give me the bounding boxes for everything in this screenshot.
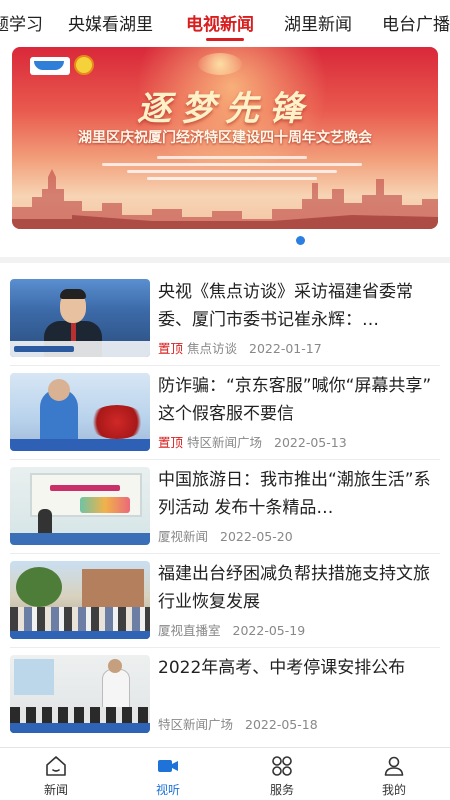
news-title: 2022年高考、中考停课安排公布	[158, 658, 406, 678]
news-source: 厦视直播室	[158, 623, 221, 638]
news-source: 厦视新闻	[158, 529, 209, 544]
news-title: 央视《焦点访谈》采访福建省委常委、厦门市委书记崔永辉：…	[158, 282, 413, 330]
news-date: 2022-05-13	[274, 435, 347, 450]
nav-services-label: 服务	[269, 783, 294, 797]
news-thumbnail	[10, 373, 150, 451]
news-meta: 厦视直播室 2022-05-19	[158, 620, 305, 639]
news-date: 2022-05-20	[220, 529, 293, 544]
nav-profile[interactable]: 我的	[338, 748, 450, 800]
news-source: 特区新闻广场	[158, 717, 234, 732]
news-source: 特区新闻广场	[187, 435, 263, 450]
carousel-indicator-dot[interactable]	[296, 236, 305, 245]
video-camera-icon	[158, 760, 178, 772]
tab-study[interactable]: 题学习	[0, 10, 43, 35]
news-thumbnail	[10, 279, 150, 357]
news-meta: 特区新闻广场 2022-05-18	[158, 714, 318, 733]
tab-tv-news[interactable]: 电视新闻	[186, 10, 254, 35]
news-item[interactable]: 2022年高考、中考停课安排公布 特区新闻广场 2022-05-18	[0, 648, 450, 742]
news-meta: 置顶 焦点访谈 2022-01-17	[158, 338, 322, 357]
nav-news-label: 新闻	[43, 783, 68, 797]
nav-services[interactable]: 服务	[226, 748, 338, 800]
station-logo	[30, 57, 70, 75]
nav-profile-label: 我的	[381, 783, 406, 797]
news-date: 2022-05-19	[232, 623, 306, 638]
pinned-badge: 置顶	[158, 341, 184, 356]
home-icon	[46, 756, 66, 776]
nav-video[interactable]: 视听	[112, 748, 224, 800]
news-source: 焦点访谈	[187, 341, 238, 356]
banner-title: 湖里区庆祝厦门经济特区建设四十周年文艺晚会	[78, 130, 372, 146]
news-title: 防诈骗：“京东客服”喊你“屏幕共享” 这个假客服不要信	[158, 376, 432, 424]
anniversary-logo	[74, 55, 94, 75]
tab-central-media[interactable]: 央媒看湖里	[68, 10, 153, 35]
news-item[interactable]: 福建出台纾困减负帮扶措施支持文旅行业恢复发展 厦视直播室 2022-05-19	[0, 554, 450, 648]
nav-video-label: 视听	[155, 783, 180, 797]
pinned-badge: 置顶	[158, 435, 184, 450]
news-date: 2022-01-17	[249, 341, 322, 356]
tab-huli-news[interactable]: 湖里新闻	[284, 10, 352, 35]
news-date: 2022-05-18	[245, 717, 318, 732]
channel-tab-bar: 题学习 央媒看湖里 电视新闻 湖里新闻 电台广播	[0, 0, 450, 46]
user-icon	[384, 756, 404, 776]
section-divider	[0, 257, 450, 263]
tab-radio[interactable]: 电台广播	[382, 10, 450, 35]
news-item[interactable]: 中国旅游日：我市推出“潮旅生活”系列活动 发布十条精品… 厦视新闻 2022-05…	[0, 460, 450, 554]
bottom-navigation: 新闻 视听 服务 我的	[0, 747, 450, 800]
grid-icon	[272, 756, 292, 776]
news-thumbnail	[10, 561, 150, 639]
anniversary-emblem	[198, 53, 242, 75]
news-meta: 厦视新闻 2022-05-20	[158, 526, 293, 545]
news-title: 福建出台纾困减负帮扶措施支持文旅行业恢复发展	[158, 564, 430, 612]
news-thumbnail	[10, 467, 150, 545]
nav-news[interactable]: 新闻	[0, 748, 112, 800]
news-item[interactable]: 央视《焦点访谈》采访福建省委常委、厦门市委书记崔永辉：… 置顶 焦点访谈 2022-…	[0, 272, 450, 366]
news-meta: 置顶 特区新闻广场 2022-05-13	[158, 432, 347, 451]
news-thumbnail	[10, 655, 150, 733]
active-tab-indicator	[206, 38, 244, 41]
city-skyline-illustration	[12, 169, 438, 229]
banner-hero-text: 逐梦先锋	[137, 89, 313, 129]
news-item[interactable]: 防诈骗：“京东客服”喊你“屏幕共享” 这个假客服不要信 置顶 特区新闻广场 2022…	[0, 366, 450, 460]
featured-banner[interactable]: 逐梦先锋 湖里区庆祝厦门经济特区建设四十周年文艺晚会	[12, 47, 438, 229]
news-title: 中国旅游日：我市推出“潮旅生活”系列活动 发布十条精品…	[158, 470, 431, 518]
